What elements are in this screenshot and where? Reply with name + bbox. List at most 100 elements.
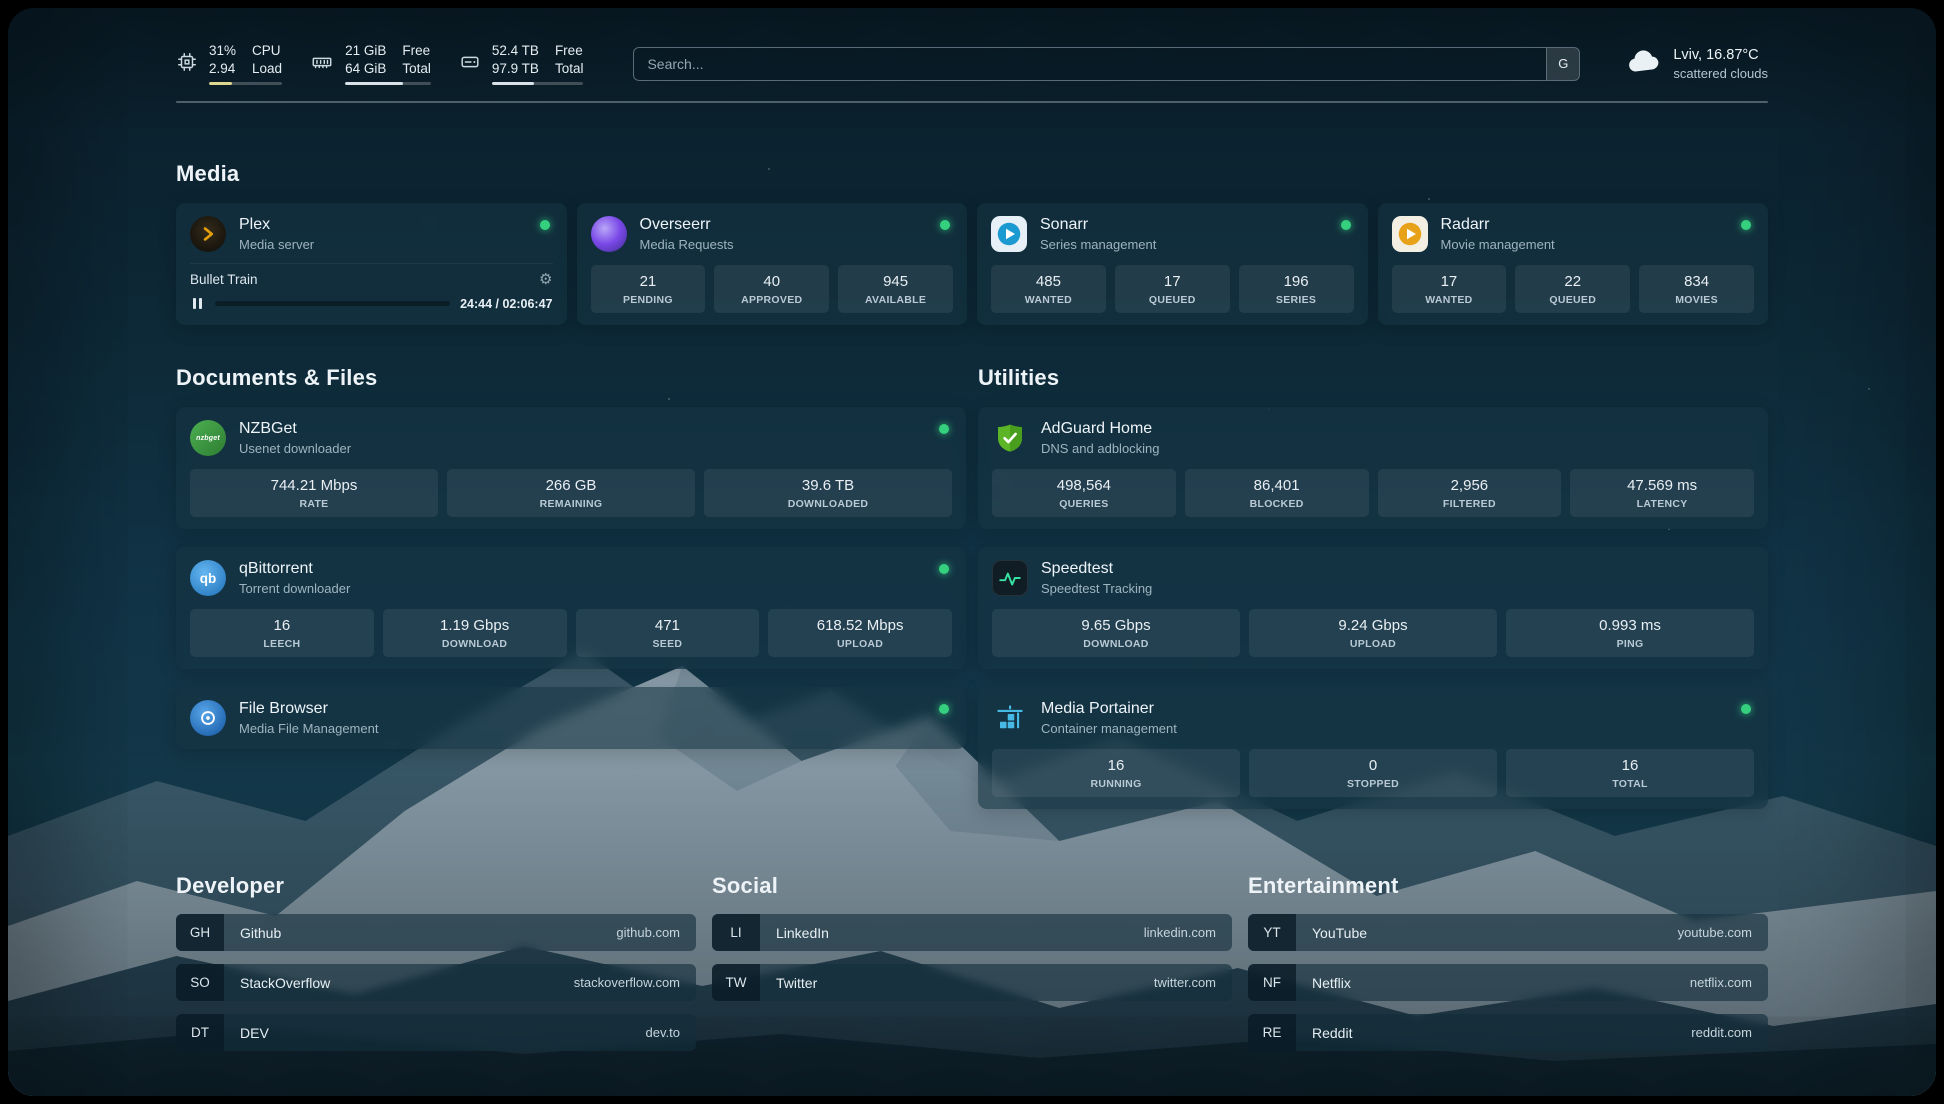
stat-box: 485 WANTED [991,265,1106,313]
bookmark-abbr: RE [1248,1014,1296,1051]
status-dot-online [939,424,949,434]
service-card-filebrowser[interactable]: File Browser Media File Management [176,687,966,749]
stat-value: 17 [1396,273,1503,291]
service-card-speedtest[interactable]: Speedtest Speedtest Tracking 9.65 Gbps D… [978,547,1768,669]
stat-value: 40 [718,273,825,291]
bookmark-linkedin[interactable]: LI LinkedIn linkedin.com [712,914,1232,951]
bookmark-url: youtube.com [1678,925,1752,940]
bookmark-abbr: NF [1248,964,1296,1001]
stat-label: WANTED [995,294,1102,306]
status-dot-online [1741,704,1751,714]
service-name: Media Portainer [1041,699,1177,719]
bookmark-url: github.com [616,925,680,940]
service-description: Movie management [1441,236,1555,253]
window-frame: 31% CPU 2.94 Load [0,0,1944,1104]
bookmark-reddit[interactable]: RE Reddit reddit.com [1248,1014,1768,1051]
stat-box: 834 MOVIES [1639,265,1754,313]
cpu-usage-label: CPU [252,42,282,59]
service-card-radarr[interactable]: Radarr Movie management 17 WANTED 22 QUE… [1378,203,1769,325]
stat-box: 1.19 Gbps DOWNLOAD [383,609,567,657]
bookmark-netflix[interactable]: NF Netflix netflix.com [1248,964,1768,1001]
stat-box: 9.65 Gbps DOWNLOAD [992,609,1240,657]
section-documents: Documents & Files nzbget NZBGet Usenet d… [176,365,966,749]
stat-value: 618.52 Mbps [772,617,948,635]
service-description: DNS and adblocking [1041,440,1160,457]
search-input[interactable] [634,48,1546,80]
stat-value: 9.65 Gbps [996,617,1236,635]
qbittorrent-icon: qb [190,560,226,596]
pause-button[interactable] [190,296,205,311]
service-card-overseerr[interactable]: Overseerr Media Requests 21 PENDING 40 A… [577,203,968,325]
stat-label: FILTERED [1382,498,1558,510]
memory-free-value: 21 GiB [345,42,386,59]
stat-value: 9.24 Gbps [1253,617,1493,635]
status-dot-online [939,704,949,714]
stat-box: 86,401 BLOCKED [1185,469,1369,517]
service-name: Sonarr [1040,215,1156,235]
service-card-nzbget[interactable]: nzbget NZBGet Usenet downloader 744.21 M… [176,407,966,529]
stat-value: 16 [194,617,370,635]
stat-box: 945 AVAILABLE [838,265,953,313]
bookmark-twitter[interactable]: TW Twitter twitter.com [712,964,1232,1001]
memory-free-label: Free [402,42,431,59]
bookmark-stackoverflow[interactable]: SO StackOverflow stackoverflow.com [176,964,696,1001]
playback-progress-bar[interactable] [215,301,450,306]
stat-value: 744.21 Mbps [194,477,434,495]
service-card-sonarr[interactable]: Sonarr Series management 485 WANTED 17 Q… [977,203,1368,325]
service-card-qbittorrent[interactable]: qb qBittorrent Torrent downloader 16 LEE… [176,547,966,669]
stat-box: 21 PENDING [591,265,706,313]
memory-usage-bar [345,82,431,85]
stat-value: 266 GB [451,477,691,495]
stat-box: 471 SEED [576,609,760,657]
bookmark-youtube[interactable]: YT YouTube youtube.com [1248,914,1768,951]
bookmark-dev[interactable]: DT DEV dev.to [176,1014,696,1051]
stat-box: 16 RUNNING [992,749,1240,797]
stat-value: 1.19 Gbps [387,617,563,635]
bookmark-url: linkedin.com [1144,925,1216,940]
section-utilities: Utilities AdGuard Home [978,365,1768,809]
gear-icon[interactable]: ⚙ [539,272,552,287]
service-name: AdGuard Home [1041,419,1160,439]
bookmark-name: YouTube [1312,925,1367,941]
stat-label: UPLOAD [1253,638,1493,650]
cpu-widget: 31% CPU 2.94 Load [176,42,282,85]
stat-value: 196 [1243,273,1350,291]
stat-box: 498,564 QUERIES [992,469,1176,517]
stat-value: 0 [1253,757,1493,775]
stat-label: STOPPED [1253,778,1493,790]
section-title-media: Media [176,161,1768,187]
stat-label: MOVIES [1643,294,1750,306]
stat-box: 744.21 Mbps RATE [190,469,438,517]
bookmark-abbr: YT [1248,914,1296,951]
bookmark-name: Reddit [1312,1025,1352,1041]
service-description: Torrent downloader [239,580,350,597]
stat-value: 0.993 ms [1510,617,1750,635]
bookmark-group-developer: Developer GH Github github.com SO StackO… [176,873,696,1051]
service-description: Speedtest Tracking [1041,580,1152,597]
cpu-usage-bar [209,82,282,85]
bookmark-abbr: SO [176,964,224,1001]
search-bar: G [633,47,1580,81]
service-card-portainer[interactable]: Media Portainer Container management 16 … [978,687,1768,809]
top-bar: 31% CPU 2.94 Load [176,42,1768,85]
search-provider-button[interactable]: G [1546,48,1579,80]
service-card-plex[interactable]: Plex Media server Bullet Train ⚙ [176,203,567,325]
stat-label: APPROVED [718,294,825,306]
plex-now-playing: Bullet Train ⚙ 24:44 / 02:06:47 [190,263,553,311]
service-name: Radarr [1441,215,1555,235]
stat-box: 0 STOPPED [1249,749,1497,797]
service-card-adguard[interactable]: AdGuard Home DNS and adblocking 498,564 … [978,407,1768,529]
speedtest-icon [992,560,1028,596]
bookmark-url: stackoverflow.com [574,975,680,990]
stat-label: PENDING [595,294,702,306]
stat-label: BLOCKED [1189,498,1365,510]
disk-total-label: Total [555,60,584,77]
playback-time: 24:44 / 02:06:47 [460,297,552,311]
cpu-load-value: 2.94 [209,60,236,77]
stat-value: 16 [1510,757,1750,775]
bookmark-github[interactable]: GH Github github.com [176,914,696,951]
weather-widget: Lviv, 16.87°C scattered clouds [1626,46,1768,82]
status-dot-online [940,220,950,230]
header-divider [176,101,1768,103]
service-name: Overseerr [640,215,734,235]
